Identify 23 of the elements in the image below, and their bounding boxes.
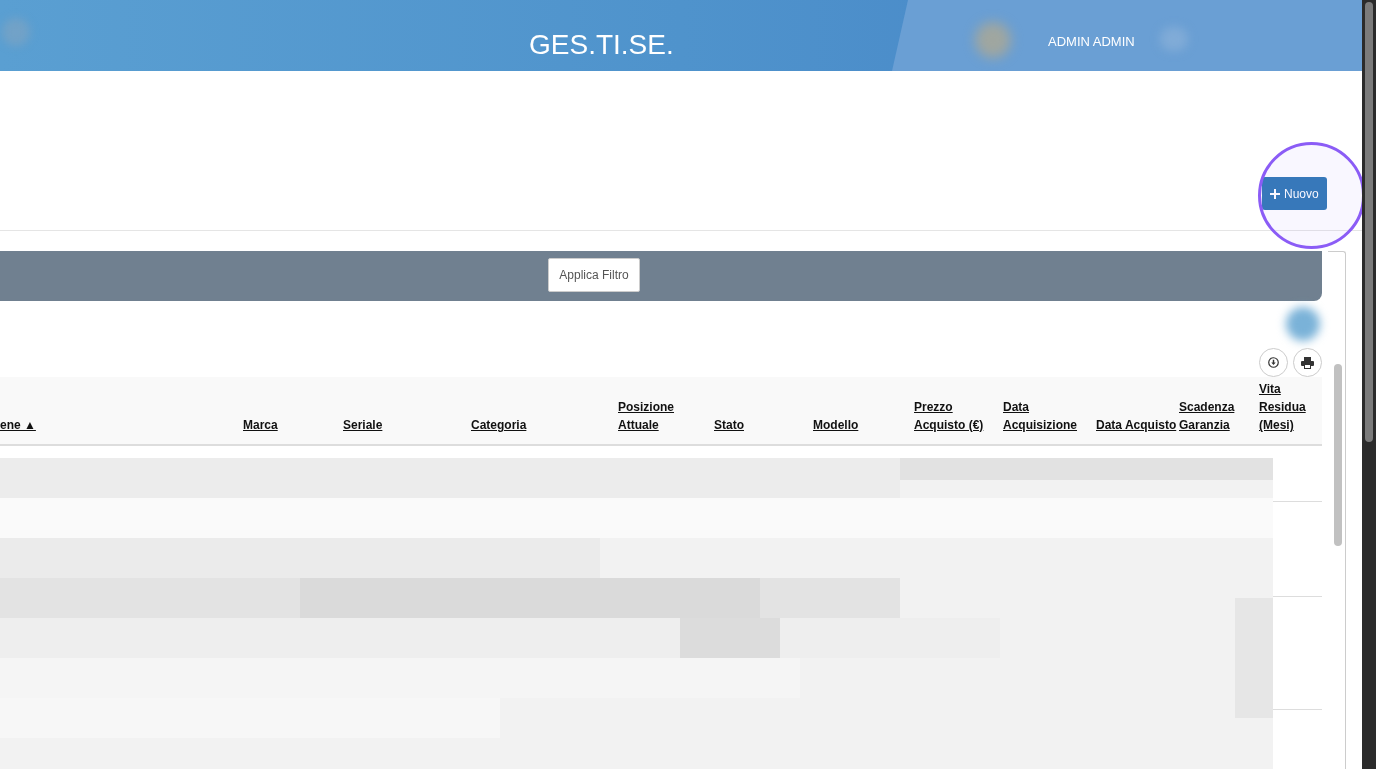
app-title: GES.TI.SE.: [529, 29, 674, 61]
column-header[interactable]: Seriale: [343, 416, 383, 434]
column-header[interactable]: Prezzo Acquisto (€): [914, 398, 1003, 434]
column-header[interactable]: Data Acquisto: [1096, 416, 1177, 434]
download-icon: [1268, 357, 1279, 368]
new-button[interactable]: Nuovo: [1262, 177, 1327, 210]
plus-icon: [1270, 188, 1280, 199]
column-header[interactable]: Marca: [243, 416, 278, 434]
column-header[interactable]: Data Acquisizione: [1003, 398, 1096, 434]
page-scrollbar-thumb[interactable]: [1365, 2, 1373, 442]
scrollbar-thumb[interactable]: [1334, 364, 1342, 546]
apply-filter-button[interactable]: Applica Filtro: [548, 258, 640, 292]
download-button[interactable]: [1259, 348, 1288, 377]
blurred-icon: [1286, 307, 1320, 341]
column-header[interactable]: Posizione Attuale: [618, 398, 714, 434]
column-header[interactable]: Scadenza Garanzia: [1179, 398, 1259, 434]
column-header[interactable]: Modello: [813, 416, 859, 434]
column-header[interactable]: Stato: [714, 416, 744, 434]
print-button[interactable]: [1293, 348, 1322, 377]
column-header[interactable]: Categoria: [471, 416, 527, 434]
column-header[interactable]: ene ▲: [0, 416, 36, 434]
column-header[interactable]: Vita Residua (Mesi): [1259, 380, 1322, 434]
print-icon: [1301, 356, 1314, 369]
